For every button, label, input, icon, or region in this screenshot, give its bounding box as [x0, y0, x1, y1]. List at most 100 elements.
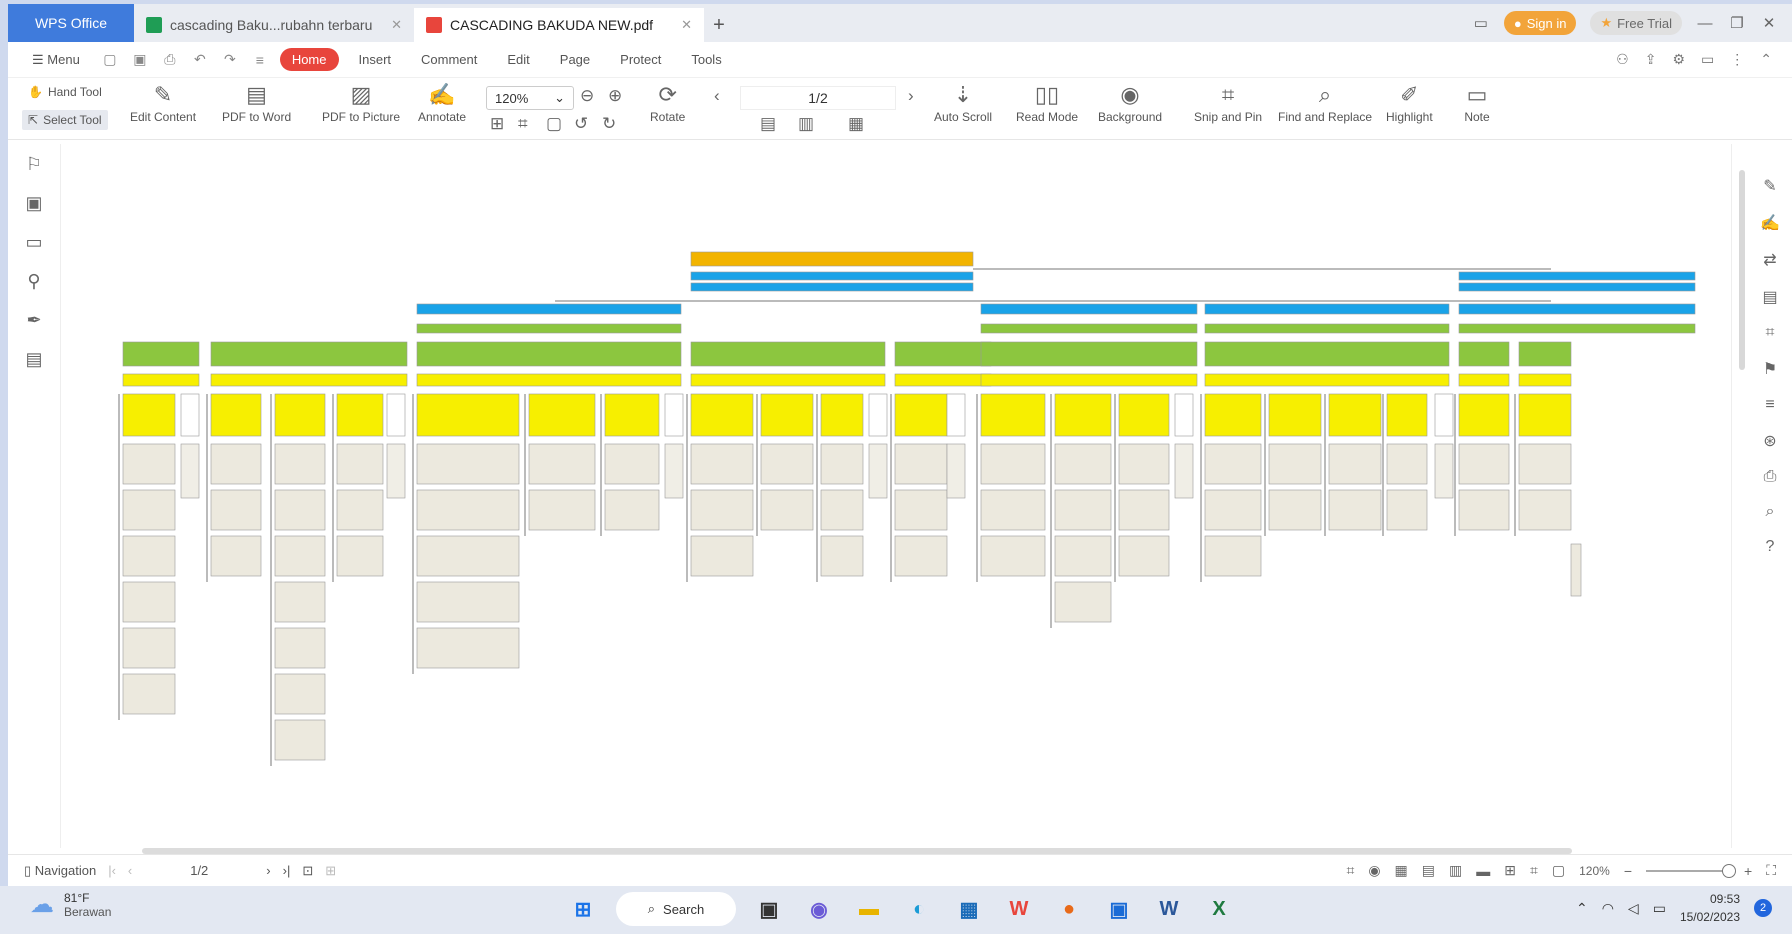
signature-icon[interactable]: ✒ [26, 310, 41, 331]
zoom-out-icon[interactable]: ⊖ [580, 86, 594, 106]
free-trial-button[interactable]: ★ Free Trial [1590, 11, 1682, 35]
rotate-right-icon[interactable]: ↻ [602, 114, 616, 134]
edit-content-button[interactable]: ✎ Edit Content [130, 80, 196, 124]
single-page-icon[interactable]: ▤ [760, 114, 776, 134]
account-icon[interactable]: ⚇ [1616, 51, 1629, 68]
annotate-button[interactable]: ✍ Annotate [418, 80, 466, 124]
wps-app-icon[interactable]: W [1002, 892, 1036, 926]
tab-comment[interactable]: Comment [411, 52, 487, 67]
read-mode-icon[interactable]: ▬ [1476, 863, 1490, 879]
wifi-icon[interactable]: ◠ [1602, 900, 1614, 917]
edit-pdf-icon[interactable]: ✎ [1763, 176, 1776, 196]
find-and-replace-button[interactable]: ⌕ Find and Replace [1278, 80, 1372, 124]
page-number-input[interactable]: 1/2 [740, 86, 896, 110]
highlight-button[interactable]: ✐ Highlight [1386, 80, 1433, 124]
tab-protect[interactable]: Protect [610, 52, 671, 67]
close-window-icon[interactable]: ✕ [1760, 14, 1778, 32]
word-icon[interactable]: W [1152, 892, 1186, 926]
zoom-slider-knob[interactable] [1722, 863, 1736, 878]
tab-tools[interactable]: Tools [681, 52, 731, 67]
layout-icon[interactable]: ▭ [1472, 14, 1490, 32]
read-mode-button[interactable]: ▯▯ Read Mode [1016, 80, 1078, 124]
fit-icon[interactable]: ⌗ [1346, 862, 1354, 879]
share-icon[interactable]: ⇪ [1645, 51, 1657, 68]
hand-tool-button[interactable]: ✋ Hand Tool [22, 82, 108, 102]
clock[interactable]: 09:53 15/02/2023 [1680, 890, 1740, 926]
insert-page-icon[interactable]: ⊞ [325, 863, 336, 879]
search-button[interactable]: ⌕ Search [616, 892, 736, 926]
split-icon[interactable]: ≡ [1765, 396, 1774, 414]
tab-cascading-sheet[interactable]: cascading Baku...rubahn terbaru ✕ [134, 8, 414, 42]
attachment-icon[interactable]: ⚲ [27, 271, 40, 292]
fullscreen-icon[interactable]: ⛶ [1766, 862, 1776, 879]
zoom-in-status-icon[interactable]: + [1744, 863, 1752, 879]
battery-icon[interactable]: ▭ [1653, 900, 1666, 917]
background-button[interactable]: ◉ Background [1098, 80, 1162, 124]
note-button[interactable]: ▭ Note [1462, 80, 1492, 124]
firefox-icon[interactable]: ● [1052, 892, 1086, 926]
vertical-scrollbar[interactable] [1736, 150, 1748, 850]
close-icon[interactable]: ✕ [681, 17, 692, 33]
translate-icon[interactable]: ⊛ [1763, 431, 1776, 451]
sign-icon[interactable]: ✍ [1760, 213, 1780, 233]
snip-and-pin-button[interactable]: ⌗ Snip and Pin [1194, 80, 1262, 124]
crop-icon[interactable]: ⌗ [1765, 324, 1774, 342]
fit-page-icon[interactable]: ⊞ [490, 114, 504, 134]
restore-icon[interactable]: ❐ [1728, 14, 1746, 32]
zoom-in-icon[interactable]: ⊕ [608, 86, 622, 106]
zoom-slider[interactable] [1646, 863, 1736, 878]
thumbnail-icon[interactable]: ▣ [25, 193, 42, 214]
undo-icon[interactable]: ↶ [190, 51, 210, 68]
layers-icon[interactable]: ▤ [25, 349, 42, 370]
single-view-icon[interactable]: ▤ [1422, 862, 1435, 879]
actual-size-icon[interactable]: ▢ [546, 114, 562, 134]
navigation-button[interactable]: ▯ Navigation [24, 863, 96, 879]
print-side-icon[interactable]: ⎙ [1764, 468, 1777, 486]
chevron-up-icon[interactable]: ⌃ [1576, 900, 1588, 917]
zoom-out-status-icon[interactable]: − [1624, 863, 1632, 879]
fit-page-status-icon[interactable]: ⌗ [1530, 862, 1538, 879]
tab-insert[interactable]: Insert [349, 52, 402, 67]
open-icon[interactable]: ▢ [100, 51, 120, 68]
fit-width-status-icon[interactable]: ⊞ [1504, 862, 1516, 879]
app-icon[interactable]: ▣ [1102, 892, 1136, 926]
more-options-icon[interactable]: ⋮ [1730, 51, 1744, 68]
volume-icon[interactable]: ◁ [1628, 900, 1639, 917]
chat-icon[interactable]: ▭ [1701, 51, 1714, 68]
previous-page-icon[interactable]: ‹ [714, 86, 720, 106]
tab-home[interactable]: Home [279, 48, 339, 71]
stamp-icon[interactable]: ⚑ [1763, 359, 1777, 379]
convert-icon[interactable]: ⇄ [1763, 250, 1776, 270]
minimize-icon[interactable]: — [1696, 15, 1714, 32]
bookmark-icon[interactable]: ⚐ [26, 154, 42, 175]
print-icon[interactable]: ⎙ [160, 51, 180, 68]
file-explorer-icon[interactable]: ▬ [852, 892, 886, 926]
edge-icon[interactable]: ◐ [902, 892, 936, 926]
menu-button[interactable]: ☰ Menu [22, 52, 90, 68]
start-icon[interactable]: ⊞ [566, 892, 600, 926]
continuous-view-icon[interactable]: ▦ [1395, 862, 1408, 879]
collapse-icon[interactable]: ⌃ [1760, 51, 1772, 68]
fit-width-icon[interactable]: ⌗ [518, 114, 528, 134]
status-page-number[interactable]: 1/2 [144, 863, 254, 878]
status-zoom-value[interactable]: 120% [1579, 864, 1610, 878]
dual-view-icon[interactable]: ▥ [1449, 862, 1462, 879]
rotate-button[interactable]: ⟳ Rotate [650, 80, 685, 124]
select-tool-button[interactable]: ⇱ Select Tool [22, 110, 108, 130]
new-tab-button[interactable]: + [704, 8, 734, 42]
chat-app-icon[interactable]: ◉ [802, 892, 836, 926]
compress-icon[interactable]: ▤ [1762, 287, 1777, 307]
rotate-left-icon[interactable]: ↺ [574, 114, 588, 134]
close-icon[interactable]: ✕ [391, 17, 402, 33]
weather-widget[interactable]: ☁ 81°F Berawan [30, 890, 111, 919]
settings-icon[interactable]: ⚙ [1672, 51, 1685, 68]
save-icon[interactable]: ▣ [130, 51, 150, 68]
sign-in-button[interactable]: ● Sign in [1503, 11, 1577, 35]
prev-page-icon[interactable]: ‹ [128, 863, 132, 878]
help-icon[interactable]: ? [1766, 538, 1775, 556]
continuous-icon[interactable]: ▦ [848, 114, 864, 134]
last-page-icon[interactable]: ›| [283, 863, 291, 878]
zoom-search-icon[interactable]: ⌕ [1766, 503, 1775, 521]
redo-icon[interactable]: ↷ [220, 51, 240, 68]
two-page-icon[interactable]: ▥ [798, 114, 814, 134]
